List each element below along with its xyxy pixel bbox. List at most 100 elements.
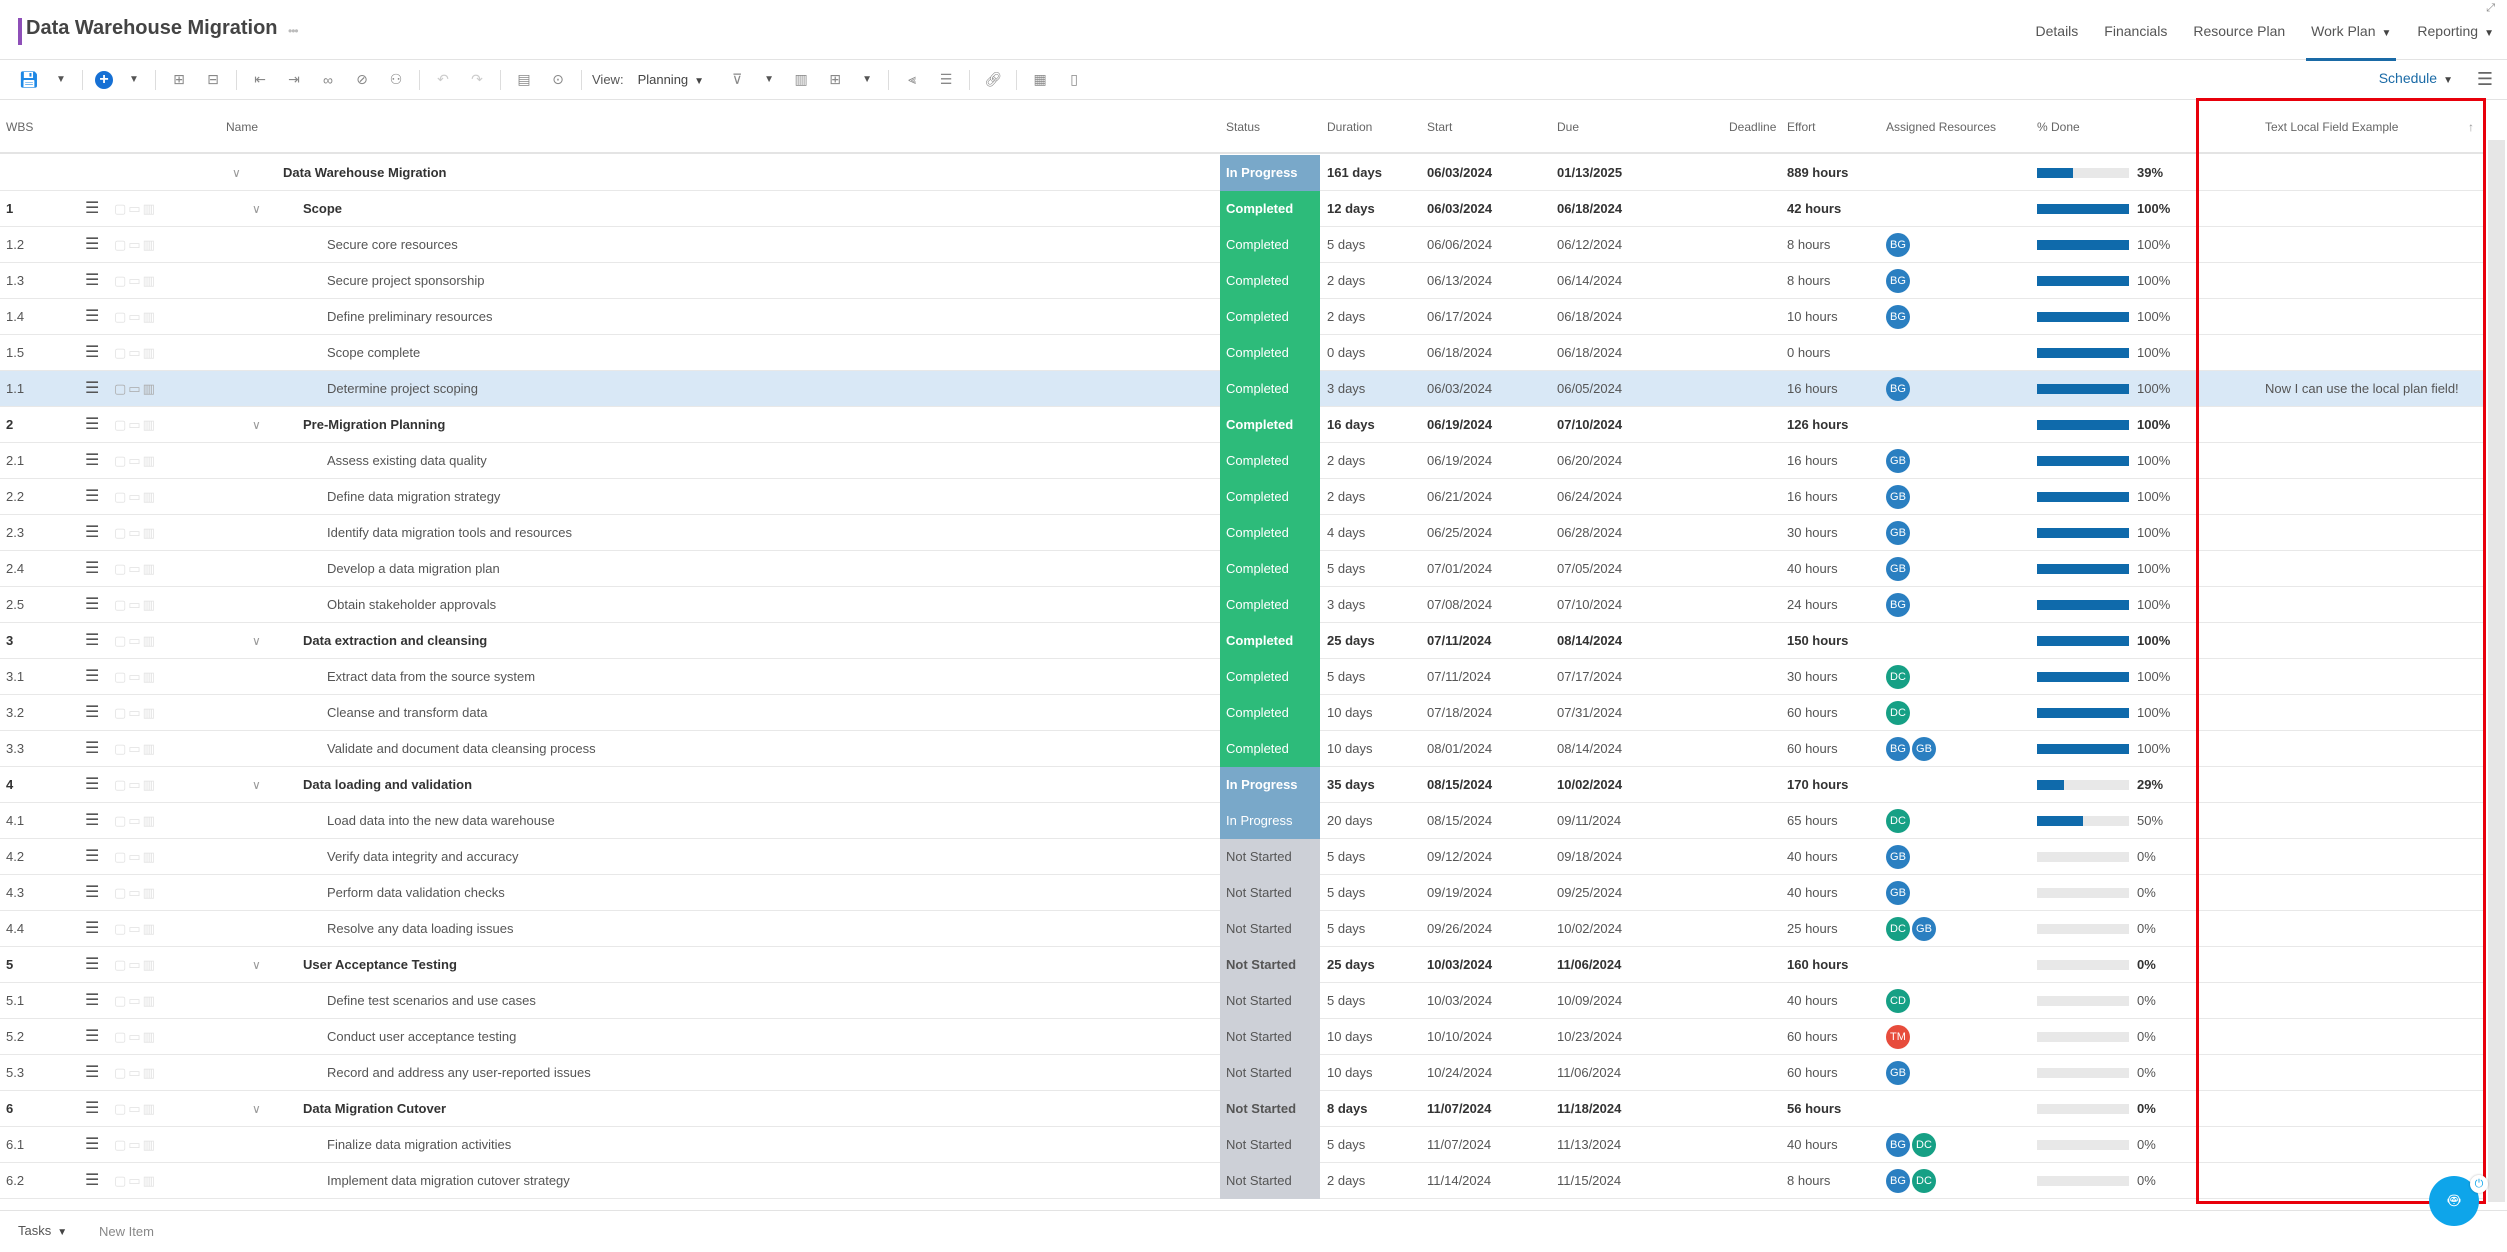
sort-ascending-icon[interactable]: ↑ xyxy=(2468,120,2474,134)
due-date-cell[interactable]: 06/28/2024 xyxy=(1557,515,1622,551)
duration-cell[interactable]: 10 days xyxy=(1327,731,1373,767)
task-name[interactable]: Define preliminary resources xyxy=(327,299,492,335)
task-row[interactable]: 1.2 ☰ ▢▭▥ Secure core resources Completed 5 d… xyxy=(0,227,2486,263)
duration-cell[interactable]: 5 days xyxy=(1327,1127,1365,1163)
effort-cell[interactable]: 40 hours xyxy=(1787,1127,1838,1163)
task-row[interactable]: 1.4 ☰ ▢▭▥ Define preliminary resources Compl… xyxy=(0,299,2486,335)
due-date-cell[interactable]: 08/14/2024 xyxy=(1557,623,1622,659)
due-date-cell[interactable]: 10/09/2024 xyxy=(1557,983,1622,1019)
drag-handle-icon[interactable]: ☰ xyxy=(85,443,99,479)
avatar[interactable]: DC xyxy=(1886,701,1910,725)
assigned-resources-cell[interactable]: DC xyxy=(1886,659,1910,695)
due-date-cell[interactable]: 06/24/2024 xyxy=(1557,479,1622,515)
drag-handle-icon[interactable]: ☰ xyxy=(85,587,99,623)
start-date-cell[interactable]: 06/06/2024 xyxy=(1427,227,1492,263)
duration-cell[interactable]: 10 days xyxy=(1327,1055,1373,1091)
assigned-resources-cell[interactable]: GB xyxy=(1886,515,1910,551)
duration-cell[interactable]: 2 days xyxy=(1327,299,1365,335)
assigned-resources-cell[interactable]: BG DC xyxy=(1886,1127,1936,1163)
column-header-assigned-resources[interactable]: Assigned Resources xyxy=(1886,120,1996,134)
avatar[interactable]: BG xyxy=(1886,233,1910,257)
column-header-duration[interactable]: Duration xyxy=(1327,120,1372,134)
status-badge[interactable]: Completed xyxy=(1220,587,1320,623)
avatar[interactable]: TM xyxy=(1886,1025,1910,1049)
duration-cell[interactable]: 3 days xyxy=(1327,371,1365,407)
row-action-icons[interactable]: ▢▭▥ xyxy=(114,227,157,263)
collapse-chevron-icon[interactable]: ∨ xyxy=(252,623,261,659)
status-badge[interactable]: Completed xyxy=(1220,479,1320,515)
row-action-icons[interactable]: ▢▭▥ xyxy=(114,947,157,983)
effort-cell[interactable]: 126 hours xyxy=(1787,407,1848,443)
effort-cell[interactable]: 56 hours xyxy=(1787,1091,1841,1127)
start-date-cell[interactable]: 10/03/2024 xyxy=(1427,947,1492,983)
start-date-cell[interactable]: 11/14/2024 xyxy=(1427,1163,1491,1199)
due-date-cell[interactable]: 10/23/2024 xyxy=(1557,1019,1622,1055)
duration-cell[interactable]: 35 days xyxy=(1327,767,1375,803)
duration-cell[interactable]: 5 days xyxy=(1327,911,1365,947)
avatar[interactable]: GB xyxy=(1886,485,1910,509)
assigned-resources-cell[interactable]: BG xyxy=(1886,299,1910,335)
due-date-cell[interactable]: 09/25/2024 xyxy=(1557,875,1622,911)
duration-cell[interactable]: 5 days xyxy=(1327,875,1365,911)
duration-cell[interactable]: 20 days xyxy=(1327,803,1373,839)
local-field-cell[interactable]: Now I can use the local plan field! xyxy=(2265,371,2459,407)
task-name[interactable]: Obtain stakeholder approvals xyxy=(327,587,496,623)
row-action-icons[interactable]: ▢▭▥ xyxy=(114,731,157,767)
avatar[interactable]: DC xyxy=(1886,917,1910,941)
grid-layout-icon[interactable]: ⊞ xyxy=(824,68,846,92)
collapse-chevron-icon[interactable]: ∨ xyxy=(252,191,261,227)
row-action-icons[interactable]: ▢▭▥ xyxy=(114,1127,157,1163)
avatar[interactable]: BG xyxy=(1886,305,1910,329)
task-name[interactable]: User Acceptance Testing xyxy=(303,947,457,983)
undo-icon[interactable]: ↶ xyxy=(432,68,454,92)
summary-task-row[interactable]: 3 ☰ ▢▭▥ ∨ Data extraction and cleansing Compl… xyxy=(0,623,2486,659)
drag-handle-icon[interactable]: ☰ xyxy=(85,623,99,659)
effort-cell[interactable]: 30 hours xyxy=(1787,659,1838,695)
start-date-cell[interactable]: 06/17/2024 xyxy=(1427,299,1492,335)
collapse-chevron-icon[interactable]: ∨ xyxy=(252,407,261,443)
duration-cell[interactable]: 12 days xyxy=(1327,191,1375,227)
task-details-icon[interactable]: ▤ xyxy=(513,68,535,92)
tasks-dropdown[interactable]: Tasks ▼ xyxy=(18,1223,67,1238)
start-date-cell[interactable]: 06/25/2024 xyxy=(1427,515,1492,551)
drag-handle-icon[interactable]: ☰ xyxy=(85,191,99,227)
nav-tab-work-plan[interactable]: Work Plan ▼ xyxy=(2298,0,2404,61)
status-badge[interactable]: In Progress xyxy=(1220,767,1320,803)
start-date-cell[interactable]: 10/03/2024 xyxy=(1427,983,1492,1019)
task-name[interactable]: Assess existing data quality xyxy=(327,443,487,479)
column-header-deadline[interactable]: Deadline xyxy=(1729,120,1776,134)
row-action-icons[interactable]: ▢▭▥ xyxy=(114,335,157,371)
nav-tab-financials[interactable]: Financials xyxy=(2091,0,2180,60)
avatar[interactable]: GB xyxy=(1886,449,1910,473)
effort-cell[interactable]: 25 hours xyxy=(1787,911,1838,947)
row-action-icons[interactable]: ▢▭▥ xyxy=(114,371,157,407)
duration-cell[interactable]: 3 days xyxy=(1327,587,1365,623)
status-badge[interactable]: Completed xyxy=(1220,443,1320,479)
due-date-cell[interactable]: 09/18/2024 xyxy=(1557,839,1622,875)
start-date-cell[interactable]: 10/10/2024 xyxy=(1427,1019,1492,1055)
start-date-cell[interactable]: 10/24/2024 xyxy=(1427,1055,1492,1091)
drag-handle-icon[interactable]: ☰ xyxy=(85,407,99,443)
nav-tab-resource-plan[interactable]: Resource Plan xyxy=(2180,0,2298,60)
drag-handle-icon[interactable]: ☰ xyxy=(85,299,99,335)
status-badge[interactable]: Completed xyxy=(1220,695,1320,731)
drag-handle-icon[interactable]: ☰ xyxy=(85,371,99,407)
task-row[interactable]: 4.3 ☰ ▢▭▥ Perform data validation checks Not… xyxy=(0,875,2486,911)
status-badge[interactable]: Completed xyxy=(1220,407,1320,443)
row-action-icons[interactable]: ▢▭▥ xyxy=(114,1163,157,1199)
effort-cell[interactable]: 40 hours xyxy=(1787,875,1838,911)
task-row[interactable]: 6.2 ☰ ▢▭▥ Implement data migration cutover … xyxy=(0,1163,2486,1199)
drag-handle-icon[interactable]: ☰ xyxy=(85,1163,99,1199)
row-action-icons[interactable]: ▢▭▥ xyxy=(114,1019,157,1055)
due-date-cell[interactable]: 06/05/2024 xyxy=(1557,371,1622,407)
status-badge[interactable]: Completed xyxy=(1220,191,1320,227)
nav-tab-reporting[interactable]: Reporting ▼ xyxy=(2404,0,2507,60)
effort-cell[interactable]: 170 hours xyxy=(1787,767,1848,803)
avatar[interactable]: GB xyxy=(1886,521,1910,545)
status-badge[interactable]: Not Started xyxy=(1220,875,1320,911)
unlink-tasks-icon[interactable]: ⊘ xyxy=(351,68,373,92)
effort-cell[interactable]: 24 hours xyxy=(1787,587,1838,623)
status-badge[interactable]: Not Started xyxy=(1220,1163,1320,1199)
avatar[interactable]: DC xyxy=(1912,1169,1936,1193)
due-date-cell[interactable]: 10/02/2024 xyxy=(1557,767,1622,803)
